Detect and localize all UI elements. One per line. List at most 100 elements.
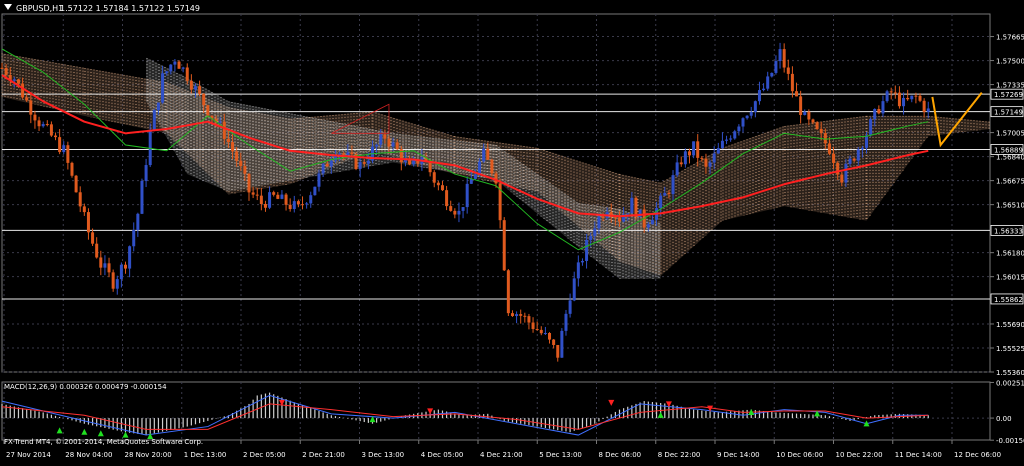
candle-body: [173, 61, 177, 65]
candle-body: [885, 91, 889, 102]
candle-body: [222, 121, 226, 139]
time-axis-label[interactable]: 10 Dec 22:00: [836, 451, 883, 459]
candle-body: [136, 213, 140, 231]
candle-body: [482, 148, 486, 162]
candle-body: [568, 300, 572, 314]
time-axis-label[interactable]: 4 Dec 05:00: [421, 451, 464, 459]
price-axis-label[interactable]: 1.55360: [996, 369, 1024, 377]
candle-body: [177, 61, 181, 69]
time-axis-label[interactable]: 2 Dec 05:00: [243, 451, 286, 459]
price-axis-label[interactable]: 1.56015: [996, 274, 1024, 282]
price-axis-label[interactable]: 1.55525: [996, 345, 1024, 353]
candle-body: [490, 159, 494, 174]
candle-body: [37, 120, 41, 127]
candle-body: [461, 207, 465, 211]
ohlc-readout: 1.57122 1.57184 1.57122 1.57149: [60, 4, 200, 13]
time-axis-label[interactable]: 12 Dec 06:00: [954, 451, 1001, 459]
candle-body: [272, 192, 276, 195]
candle-body: [712, 153, 716, 163]
candle-body: [383, 134, 387, 139]
candle-body: [844, 163, 848, 183]
price-axis[interactable]: 1.57665 1.57500 1.57335 1.57005 1.56840 1.566…: [990, 34, 1024, 377]
candle-body: [12, 79, 16, 81]
price-axis-label[interactable]: 1.55690: [996, 321, 1024, 329]
candle-body: [926, 108, 930, 112]
candle-body: [66, 145, 70, 163]
candle-body: [560, 330, 564, 358]
symbol-label: GBPUSD,H1: [16, 4, 63, 13]
candle-body: [284, 194, 288, 205]
price-axis-label[interactable]: 1.57005: [996, 130, 1024, 138]
candle-body: [95, 243, 99, 258]
price-axis-label[interactable]: 1.57665: [996, 34, 1024, 42]
price-axis-label[interactable]: 1.56180: [996, 250, 1024, 258]
chart-window[interactable]: 1.57269 1.57149 1.56889 1.56333 1.55862 1.57…: [0, 0, 1024, 462]
candle-body: [189, 80, 193, 90]
candle-body: [687, 151, 691, 156]
time-axis-label[interactable]: 2 Dec 21:00: [302, 451, 345, 459]
level-price-label: 1.56333: [994, 227, 1023, 235]
candle-body: [671, 175, 675, 195]
price-axis-label[interactable]: 1.57500: [996, 58, 1024, 66]
candle-body: [280, 194, 284, 199]
candle-body: [519, 314, 523, 316]
candle-body: [21, 83, 25, 98]
candle-body: [708, 162, 712, 167]
time-axis-label[interactable]: 9 Dec 14:00: [717, 451, 760, 459]
candle-body: [556, 344, 560, 358]
candle-body: [527, 316, 531, 323]
candle-body: [86, 212, 90, 233]
candle-body: [589, 235, 593, 240]
candle-body: [762, 88, 766, 91]
price-axis-label[interactable]: 1.56840: [996, 154, 1024, 162]
price-axis-label[interactable]: 1.56675: [996, 178, 1024, 186]
candle-body: [704, 158, 708, 167]
candle-body: [667, 193, 671, 195]
time-axis-label[interactable]: 8 Dec 22:00: [658, 451, 701, 459]
time-axis-label[interactable]: 4 Dec 21:00: [480, 451, 523, 459]
time-axis-label[interactable]: 3 Dec 13:00: [362, 451, 405, 459]
candle-body: [375, 144, 379, 147]
candle-body: [358, 162, 362, 169]
candle-body: [29, 100, 33, 115]
time-axis-label[interactable]: 11 Dec 14:00: [895, 451, 942, 459]
time-axis-label[interactable]: 10 Dec 06:00: [776, 451, 823, 459]
time-axis-label[interactable]: 8 Dec 06:00: [599, 451, 642, 459]
candle-body: [580, 260, 584, 263]
time-axis-label[interactable]: 5 Dec 13:00: [539, 451, 582, 459]
candle-body: [469, 178, 473, 184]
candle-body: [840, 174, 844, 183]
candle-body: [650, 219, 654, 225]
candle-body: [700, 157, 704, 159]
candle-body: [309, 195, 313, 204]
level-price-label: 1.57149: [994, 109, 1023, 117]
time-axis-label[interactable]: 1 Dec 13:00: [184, 451, 227, 459]
price-axis-label[interactable]: 1.57335: [996, 82, 1024, 90]
price-axis-label[interactable]: 1.56510: [996, 202, 1024, 210]
candle-body: [869, 119, 873, 136]
time-axis-label[interactable]: 27 Nov 2014: [6, 451, 51, 459]
copyright-text: FX-Trend MT4, © 2001-2014, MetaQuotes So…: [4, 438, 203, 446]
time-axis-label[interactable]: 28 Nov 04:00: [65, 451, 112, 459]
candle-body: [543, 332, 547, 334]
candle-body: [877, 108, 881, 114]
macd-indicator-label: MACD(12,26,9) 0.000326 0.000479 -0.00015…: [4, 383, 167, 391]
candle-body: [865, 135, 868, 148]
macd-axis-label: 0.00: [996, 415, 1012, 423]
candle-body: [115, 279, 119, 289]
level-price-label: 1.55862: [994, 296, 1023, 304]
candle-body: [889, 91, 893, 93]
candle-body: [807, 111, 811, 120]
chart-canvas[interactable]: 1.572691.571491.568891.563331.55862 1.57…: [0, 0, 1024, 462]
candle-body: [301, 204, 305, 206]
candle-body: [510, 313, 514, 317]
macd-axis-label: 0.002518: [996, 379, 1024, 387]
candle-body: [733, 131, 737, 139]
candle-body: [428, 161, 432, 173]
candle-body: [202, 93, 206, 106]
candle-body: [473, 174, 477, 179]
time-axis-label[interactable]: 28 Nov 20:00: [125, 451, 172, 459]
candle-body: [506, 270, 510, 314]
candle-body: [329, 160, 333, 167]
candle-body: [494, 173, 498, 184]
